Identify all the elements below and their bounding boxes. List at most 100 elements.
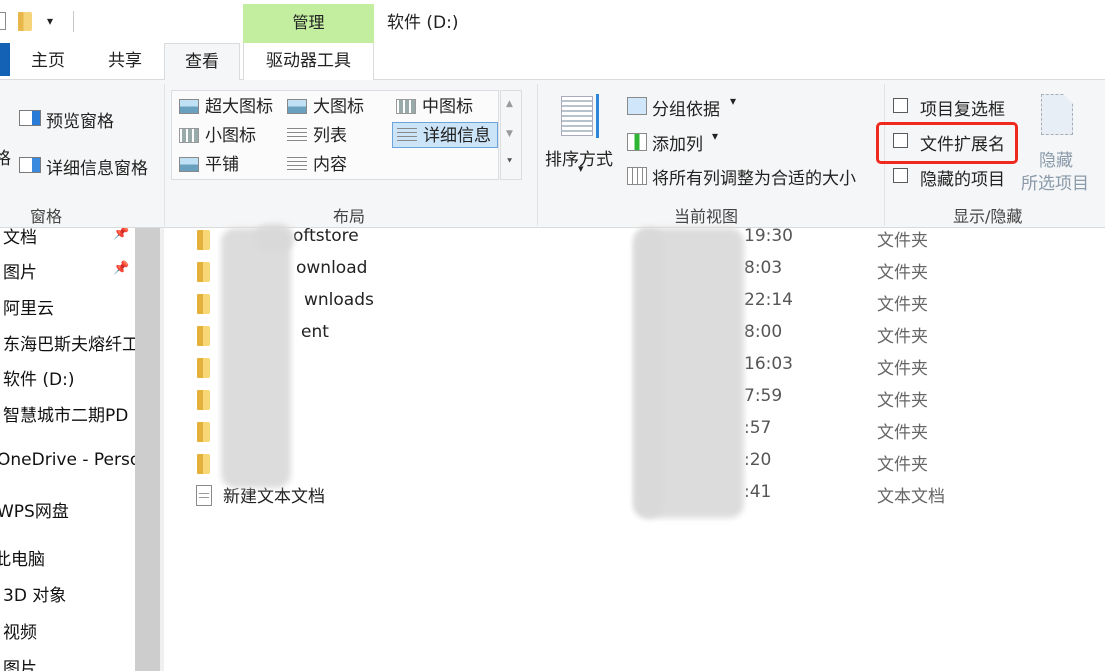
layout-list[interactable]: 列表: [283, 123, 347, 149]
list-icon: [287, 128, 307, 143]
file-modified-time: :41: [744, 482, 772, 502]
new-folder-icon[interactable]: [18, 12, 32, 31]
file-name: wnloads: [304, 290, 374, 310]
customize-quick-access-dropdown[interactable]: ▾: [47, 14, 53, 28]
layout-item-label: 列表: [313, 126, 347, 146]
folder-icon: [197, 358, 210, 378]
annotation-highlight-box: [876, 122, 1018, 164]
layout-content[interactable]: 内容: [283, 152, 347, 178]
file-name: ent: [301, 322, 329, 342]
file-name: oftstore: [293, 226, 359, 246]
sort-arrow-icon: [596, 94, 599, 138]
size-columns-label: 将所有列调整为合适的大小: [652, 169, 856, 189]
small-icons-icon: [179, 128, 199, 143]
tab-file[interactable]: [0, 43, 10, 76]
hide-selected-label-line2: 所选项目: [1021, 174, 1089, 194]
nav-item-wps-drive[interactable]: WPS网盘: [0, 497, 69, 522]
chevron-down-icon: ▾: [578, 162, 584, 175]
nav-item-videos[interactable]: 视频: [3, 618, 37, 643]
pin-icon[interactable]: 📌: [113, 261, 129, 276]
nav-item-basf[interactable]: 东海巴斯夫熔纤工: [3, 330, 135, 355]
add-columns-label: 添加列: [652, 135, 703, 155]
scroll-down-icon[interactable]: ▼: [506, 129, 513, 139]
file-type: 文件夹: [877, 263, 928, 283]
file-type: 文本文档: [877, 487, 945, 507]
gallery-scrollbar[interactable]: ▲ ▼ ⯆: [500, 90, 522, 180]
file-type: 文件夹: [877, 423, 928, 443]
group-by-label: 分组依据: [652, 100, 720, 120]
redaction-blur: [221, 228, 291, 488]
nav-item-documents[interactable]: 文档: [3, 228, 37, 248]
hidden-items-label: 隐藏的项目: [920, 170, 1005, 190]
scroll-up-icon[interactable]: ▲: [506, 99, 513, 109]
window-title: 软件 (D:): [387, 13, 459, 33]
file-type: 文件夹: [877, 231, 928, 251]
nav-item-pictures-pc[interactable]: 图片: [3, 654, 37, 671]
preview-pane-label: 预览窗格: [46, 112, 114, 132]
group-divider: [164, 84, 165, 226]
details-pane-label: 详细信息窗格: [46, 159, 148, 179]
file-list: oftstore 19:30 文件夹 ownload 8:03 文件夹 wnloads 22:…: [164, 224, 1105, 671]
nav-item-aliyun[interactable]: 阿里云: [3, 294, 54, 319]
title-bar: ▾ 管理 软件 (D:): [0, 0, 1105, 43]
folder-icon: [197, 454, 210, 474]
layout-item-label: 平铺: [205, 155, 239, 175]
group-by-icon: [627, 97, 647, 115]
properties-icon[interactable]: [0, 12, 6, 30]
medium-icons-icon: [396, 99, 416, 114]
file-modified-time: :57: [744, 418, 772, 438]
folder-icon: [197, 422, 210, 442]
nav-item-software-d[interactable]: 软件 (D:): [3, 365, 75, 390]
layout-item-label: 大图标: [313, 97, 364, 117]
layout-item-label: 详细信息: [423, 126, 491, 146]
context-tab-manage[interactable]: 管理: [243, 4, 374, 43]
tiles-icon: [179, 157, 199, 172]
layout-details[interactable]: 详细信息: [392, 122, 498, 148]
size-columns-icon: [627, 167, 647, 185]
navigation-pane-label-clipped[interactable]: 格: [0, 144, 11, 169]
file-type: 文件夹: [877, 391, 928, 411]
pin-icon[interactable]: 📌: [113, 228, 129, 241]
layout-item-label: 小图标: [205, 126, 256, 146]
layout-extra-large-icons[interactable]: 超大图标: [175, 94, 273, 120]
folder-icon: [197, 262, 210, 282]
folder-icon: [197, 294, 210, 314]
file-modified-time: 16:03: [744, 354, 793, 374]
folder-icon: [197, 326, 210, 346]
layout-item-label: 超大图标: [205, 97, 273, 117]
expand-gallery-icon[interactable]: ⯆: [506, 157, 513, 167]
layout-small-icons[interactable]: 小图标: [175, 123, 256, 149]
layout-tiles[interactable]: 平铺: [175, 152, 239, 178]
sort-by-icon: [561, 96, 593, 136]
group-divider: [537, 84, 538, 226]
file-type: 文件夹: [877, 359, 928, 379]
file-type: 文件夹: [877, 455, 928, 475]
nav-item-pictures[interactable]: 图片: [3, 258, 37, 283]
group-label-panes: 窗格: [30, 207, 63, 226]
nav-item-smart-city[interactable]: 智慧城市二期PD: [3, 401, 128, 426]
file-modified-time: 7:59: [744, 386, 783, 406]
file-modified-time: 19:30: [744, 226, 793, 246]
navigation-pane: 文档 📌 图片 📌 阿里云 东海巴斯夫熔纤工 软件 (D:) 智慧城市二期PD …: [0, 228, 135, 671]
preview-pane-icon: [19, 110, 41, 126]
ribbon-tabs: 主页 共享 查看 驱动器工具: [0, 43, 1105, 80]
layout-large-icons[interactable]: 大图标: [283, 94, 364, 120]
tab-share[interactable]: 共享: [94, 43, 156, 80]
layout-medium-icons[interactable]: 中图标: [392, 94, 473, 120]
tab-view[interactable]: 查看: [164, 43, 240, 80]
file-modified-time: :20: [744, 450, 772, 470]
nav-item-3d-objects[interactable]: 3D 对象: [3, 581, 66, 606]
tab-home[interactable]: 主页: [17, 43, 79, 80]
extra-large-icons-icon: [179, 99, 199, 114]
file-type: 文件夹: [877, 295, 928, 315]
large-icons-icon: [287, 99, 307, 114]
chevron-down-icon: ▾: [730, 94, 737, 108]
tab-drive-tools[interactable]: 驱动器工具: [243, 43, 374, 80]
folder-icon: [197, 390, 210, 410]
file-modified-time: 8:03: [744, 258, 783, 278]
nav-scrollbar-thumb[interactable]: [135, 228, 160, 671]
nav-item-this-pc[interactable]: 此电脑: [0, 545, 45, 570]
hidden-items-checkbox[interactable]: [893, 168, 908, 183]
item-checkboxes-checkbox[interactable]: [893, 98, 908, 113]
nav-item-onedrive[interactable]: OneDrive - Perso: [0, 450, 135, 470]
